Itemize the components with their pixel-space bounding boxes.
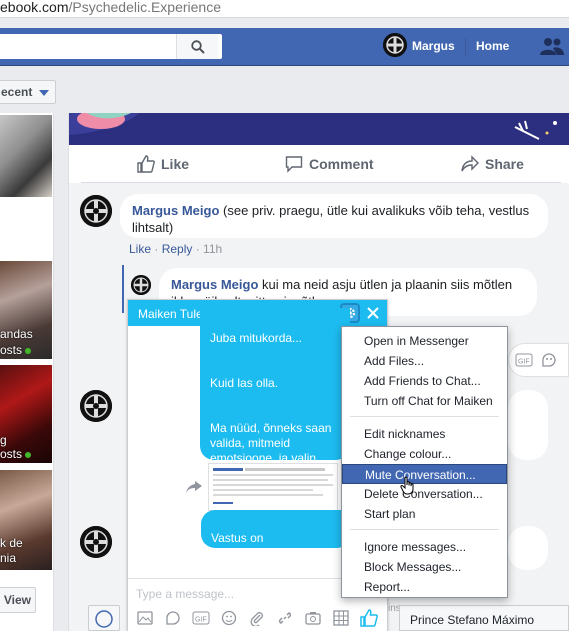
attachment-icon[interactable] — [246, 609, 268, 627]
menu-item-add-files[interactable]: Add Files... — [342, 351, 507, 371]
chat-tab-bar[interactable]: Prince Stefano Máximo — [399, 605, 569, 631]
menu-item-turn-off-chat[interactable]: Turn off Chat for Maiken — [342, 391, 507, 411]
comment-label: Comment — [309, 156, 374, 172]
menu-item-mute-conversation[interactable]: Mute Conversation... — [342, 464, 507, 484]
message-bubble: Vastus on haigetegemise osas: Ei — [201, 510, 351, 560]
person-thumbnail[interactable]: k de nia — [0, 470, 52, 570]
camera-icon[interactable] — [302, 609, 324, 627]
share-arrow-icon — [461, 155, 479, 172]
menu-item-delete-conversation[interactable]: Delete Conversation... — [342, 484, 507, 504]
person-thumbnail[interactable]: andas osts — [0, 261, 52, 359]
comment-meta: Like · Reply · 11h — [129, 242, 223, 256]
like-button[interactable]: Like — [137, 155, 189, 173]
menu-item-block-messages[interactable]: Block Messages... — [342, 557, 507, 577]
comment-like-link[interactable]: Like — [129, 242, 151, 256]
comment-button[interactable]: Comment — [285, 155, 374, 173]
gif-icon[interactable]: GIF — [515, 353, 533, 367]
menu-item-add-friends[interactable]: Add Friends to Chat... — [342, 371, 507, 391]
menu-divider — [350, 416, 499, 417]
svg-text:GIF: GIF — [518, 359, 530, 366]
post-actions: Like Comment Share — [81, 145, 561, 183]
messenger-icon — [95, 610, 113, 628]
reply-indicator — [122, 265, 124, 313]
message-input[interactable]: Type a message... — [136, 587, 234, 601]
url-text[interactable]: ebook.com/Psychedelic.Experience — [0, 0, 221, 15]
share-label: Share — [485, 156, 524, 172]
thumbs-up-icon[interactable] — [358, 609, 380, 627]
share-button[interactable]: Share — [461, 155, 524, 173]
hand-cursor-icon — [400, 476, 416, 499]
person-meta-fragment: nia — [0, 551, 17, 565]
view-button[interactable]: View — [0, 587, 36, 613]
comment-bubble: Margus Meigo (see priv. praegu, ütle kui… — [120, 194, 548, 238]
url-path: /Psychedelic.Experience — [68, 0, 222, 15]
menu-item-start-plan[interactable]: Start plan — [342, 504, 507, 524]
person-thumbnail[interactable]: g osts — [0, 365, 52, 463]
commenter-avatar[interactable] — [80, 526, 112, 558]
url-domain: ebook.com — [0, 0, 69, 15]
post-image[interactable] — [69, 113, 569, 145]
chat-settings-menu: Open in Messenger Add Files... Add Frien… — [341, 326, 508, 598]
person-name-fragment: g — [0, 433, 7, 447]
thumbs-up-icon — [137, 155, 155, 173]
menu-divider — [350, 529, 499, 530]
shared-screenshot-image[interactable] — [208, 463, 338, 511]
close-icon[interactable] — [365, 305, 381, 321]
profile-thumbnail[interactable] — [0, 115, 52, 197]
home-link[interactable]: Home — [476, 39, 509, 53]
facebook-top-bar: Margus Home — [0, 28, 569, 66]
message-text: Vastus on haigetegemise osas: Ei — [211, 531, 336, 560]
person-meta-fragment: osts — [0, 447, 32, 461]
commenter-avatar[interactable] — [80, 195, 112, 227]
comment-bubble — [508, 526, 548, 570]
menu-item-ignore-messages[interactable]: Ignore messages... — [342, 537, 507, 557]
photo-icon[interactable] — [134, 609, 156, 627]
comment-icon — [285, 156, 303, 173]
sort-label: ecent — [1, 85, 33, 99]
search-input[interactable] — [0, 34, 222, 59]
menu-item-report[interactable]: Report... — [342, 577, 507, 597]
comment-author-link[interactable]: Margus Meigo — [132, 203, 219, 218]
table-icon[interactable] — [330, 609, 352, 627]
forward-arrow-icon[interactable] — [186, 481, 202, 496]
chat-tab-name[interactable]: Prince Stefano Máximo — [410, 613, 534, 627]
menu-item-edit-nicknames[interactable]: Edit nicknames — [342, 424, 507, 444]
comment-input-tools: GIF — [508, 343, 569, 377]
browser-url-bar[interactable]: ebook.com/Psychedelic.Experience — [0, 0, 569, 18]
person-name-fragment: andas — [0, 327, 33, 341]
search-icon — [190, 39, 205, 54]
emoji-icon[interactable] — [218, 609, 240, 627]
online-dot-icon — [25, 347, 32, 354]
commenter-avatar[interactable] — [80, 390, 112, 422]
message-bubble: Juba mitukorda... Kuid las olla. Ma nüüd… — [200, 308, 350, 495]
profile-name-link[interactable]: Margus — [412, 39, 455, 53]
comment-reply-link[interactable]: Reply — [162, 242, 193, 256]
sticker-icon[interactable] — [162, 609, 184, 627]
person-name-fragment: k de — [0, 536, 23, 550]
chat-tab-button[interactable] — [88, 605, 120, 631]
gif-icon[interactable]: GIF — [190, 609, 212, 627]
profile-avatar[interactable] — [383, 33, 407, 57]
comment-time: 11h — [203, 242, 223, 256]
composer-toolbar: GIF — [134, 609, 380, 627]
svg-text:GIF: GIF — [195, 617, 207, 624]
commenter-avatar[interactable] — [131, 275, 151, 295]
caret-down-icon — [39, 90, 49, 96]
sticker-icon[interactable] — [541, 352, 557, 368]
search-button[interactable] — [176, 34, 218, 59]
message-text: Juba mitukorda... — [210, 331, 303, 345]
like-label: Like — [161, 156, 190, 172]
comment-bubble — [508, 390, 548, 460]
sort-dropdown[interactable]: ecent — [0, 80, 56, 104]
menu-item-open-in-messenger[interactable]: Open in Messenger — [342, 331, 507, 351]
divider — [465, 38, 466, 56]
reply-author-link[interactable]: Margus Meigo — [171, 277, 258, 292]
friend-requests-icon[interactable] — [540, 37, 564, 58]
message-text: Kuid las olla. — [210, 376, 279, 390]
person-meta-fragment: osts — [0, 343, 32, 357]
link-icon[interactable] — [274, 609, 296, 627]
menu-item-change-colour[interactable]: Change colour... — [342, 444, 507, 464]
chat-title[interactable]: Maiken Tulev — [138, 307, 209, 321]
online-dot-icon — [25, 451, 32, 458]
